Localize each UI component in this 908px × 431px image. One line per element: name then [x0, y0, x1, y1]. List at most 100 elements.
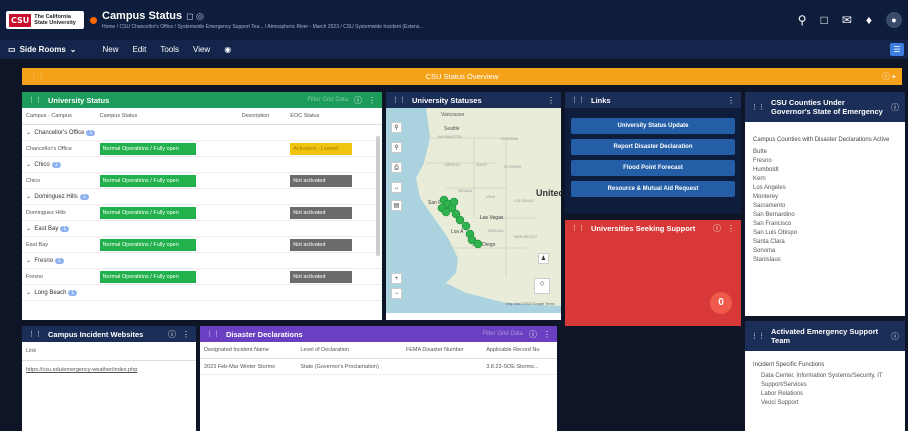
logo-abbrev: CSU — [9, 13, 32, 27]
filter-grid-data[interactable]: Filter Grid Data — [482, 331, 523, 337]
table-row[interactable]: 2023 Feb-Mar Winter Storms State (Govern… — [200, 358, 557, 375]
map-label: NEVADA — [458, 189, 473, 193]
more-options-icon[interactable]: ⋮ — [543, 330, 551, 339]
list-item: San Francisco — [753, 221, 792, 227]
breadcrumb[interactable]: Home / CSU Chancellor's Office / Systemw… — [102, 24, 423, 30]
group-row[interactable]: ⌄ Long Beach 1 — [22, 284, 382, 301]
table-row[interactable]: Fresno Normal Operations / Fully open Not … — [22, 268, 382, 285]
group-row[interactable]: ⌄ Fresno 1 — [22, 252, 382, 269]
layout-toggle-button[interactable]: ☰ — [890, 43, 904, 56]
drag-handle-icon[interactable]: ⋮⋮ — [30, 68, 45, 85]
csu-logo[interactable]: CSU The California State University — [6, 11, 84, 29]
drag-handle-icon[interactable]: ⋮⋮ — [206, 330, 220, 338]
group-label: Long Beach — [34, 290, 67, 296]
esf-list: Data Center, Information Systems/Securit… — [745, 372, 905, 408]
info-icon[interactable]: ⓘ — [529, 329, 537, 340]
pegman-icon[interactable]: ♟ — [538, 253, 549, 264]
seeking-support-panel: ⋮⋮ Universities Seeking Support ⓘ ⋮ 0 — [565, 220, 741, 326]
view-menu[interactable]: View — [193, 45, 210, 54]
status-table: Campus - Campus Campus Status Descriptio… — [22, 108, 382, 301]
info-icon[interactable]: ⓘ — [713, 223, 721, 234]
drag-handle-icon[interactable]: ⋮⋮ — [28, 330, 42, 338]
print-icon[interactable]: ⎙ — [391, 162, 402, 173]
column-header[interactable]: Campus - Campus — [22, 108, 96, 125]
table-row[interactable]: East Bay Normal Operations / Fully open No… — [22, 236, 382, 253]
edit-menu[interactable]: Edit — [133, 45, 147, 54]
logo-text: The California State University — [34, 14, 76, 26]
more-options-icon[interactable]: ⋮ — [547, 96, 555, 105]
chat-icon[interactable]: □ — [821, 13, 828, 27]
search-icon[interactable]: ⚲ — [798, 13, 807, 27]
resource-mutual-aid-request-button[interactable]: Resource & Mutual Aid Request — [571, 181, 735, 197]
map-label: Las Vegas — [480, 215, 504, 221]
counties-panel: ⋮⋮ CSU Counties Under Governor's State o… — [745, 92, 905, 316]
drag-handle-icon[interactable]: ⋮⋮ — [751, 103, 765, 111]
group-row[interactable]: ⌄ Chico 1 — [22, 156, 382, 173]
seeking-support-count: 0 — [710, 292, 732, 314]
map-label: WYOMING — [504, 165, 522, 169]
table-row[interactable]: Chico Normal Operations / Fully open Not a… — [22, 172, 382, 189]
count-badge: 1 — [86, 130, 96, 136]
new-menu[interactable]: New — [103, 45, 119, 54]
flood-point-forecast-button[interactable]: Flood Point Forecast — [571, 160, 735, 176]
zoom-in-button[interactable]: + — [391, 273, 402, 284]
list-item: Kern — [753, 176, 766, 182]
university-status-update-button[interactable]: University Status Update — [571, 118, 735, 134]
drag-handle-icon[interactable]: ⋮⋮ — [751, 332, 765, 340]
broadcast-icon[interactable]: ✉ — [842, 13, 852, 27]
more-options-icon[interactable]: ⋮ — [368, 96, 376, 105]
map-type-icon[interactable]: ◇ — [534, 278, 550, 294]
esf-subtitle: Incident Specific Functions — [753, 362, 825, 368]
info-icon[interactable]: ⓘ — [891, 102, 899, 113]
zoom-area-icon[interactable]: ⚲ — [391, 142, 402, 153]
filter-grid-data[interactable]: Filter Grid Data — [307, 97, 348, 103]
column-header[interactable]: Applicable Record Nu — [482, 342, 557, 359]
list-item: Humboldt — [753, 167, 779, 173]
links-panel: ⋮⋮ Links ⋮ University Status Update Repo… — [565, 92, 741, 214]
side-rooms-icon: ▭ — [8, 45, 16, 54]
group-row[interactable]: ⌄ East Bay 1 — [22, 220, 382, 237]
table-row[interactable]: Chancellor's Office Normal Operations / F… — [22, 140, 382, 157]
column-header[interactable]: Designated Incident Name — [200, 342, 297, 359]
avatar[interactable]: ● — [886, 12, 902, 28]
column-header[interactable]: Description — [237, 108, 287, 125]
more-options-icon[interactable]: ⋮ — [182, 330, 190, 339]
group-row[interactable]: ⌄ Dominguez Hills 1 — [22, 188, 382, 205]
notification-bell-icon[interactable]: ♦ — [866, 13, 872, 27]
column-header[interactable]: Link — [22, 342, 196, 361]
globe-icon[interactable]: ◉ — [224, 45, 231, 54]
layers-icon[interactable]: ▤ — [391, 200, 402, 211]
info-icon[interactable]: ⓘ — [168, 329, 176, 340]
table-row[interactable]: Dominguez Hills Normal Operations / Fully… — [22, 204, 382, 221]
title-icons[interactable]: ◻ ◎ — [186, 11, 204, 22]
list-item: Monterey — [753, 194, 779, 200]
incident-website-link[interactable]: https://csu.edu/emergency-weather/index.… — [22, 361, 196, 379]
zoom-out-button[interactable]: − — [391, 288, 402, 299]
drag-handle-icon[interactable]: ⋮⋮ — [571, 96, 585, 104]
scrollbar[interactable] — [376, 136, 380, 256]
banner-controls-icon[interactable]: ⓘ ⌖ — [882, 68, 896, 85]
status-badge: Normal Operations / Fully open — [99, 206, 196, 219]
group-row[interactable]: ⌄ Chancellor's Office 1 — [22, 124, 382, 141]
tools-menu[interactable]: Tools — [160, 45, 179, 54]
panel-header: ⋮⋮ University Statuses ⋮ — [386, 92, 561, 108]
info-icon[interactable]: ⓘ — [891, 331, 899, 342]
drag-handle-icon[interactable]: ⋮⋮ — [28, 96, 42, 104]
more-options-icon[interactable]: ⋮ — [727, 224, 735, 233]
more-options-icon[interactable]: ⋮ — [727, 96, 735, 105]
measure-icon[interactable]: ↔ — [391, 182, 402, 193]
drag-handle-icon[interactable]: ⋮⋮ — [571, 224, 585, 232]
column-header[interactable]: FEMA Disaster Number — [401, 342, 483, 359]
map[interactable]: Vancouver Seattle WASHINGTON MONTANA ORE… — [386, 108, 561, 313]
column-header[interactable]: Campus Status — [95, 108, 238, 125]
info-icon[interactable]: ⓘ — [354, 95, 362, 106]
search-icon[interactable]: ⚲ — [391, 122, 402, 133]
column-header[interactable]: EOC Status — [286, 108, 382, 125]
column-header[interactable]: Level of Declaration — [296, 342, 402, 359]
drag-handle-icon[interactable]: ⋮⋮ — [392, 96, 406, 104]
side-rooms-menu[interactable]: Side Rooms — [20, 45, 66, 54]
report-disaster-declaration-button[interactable]: Report Disaster Declaration — [571, 139, 735, 155]
map-label: NEW MEXICO — [514, 235, 537, 239]
list-item: San Bernardino — [753, 212, 795, 218]
panel-title: Activated Emergency Support Team — [771, 327, 879, 345]
